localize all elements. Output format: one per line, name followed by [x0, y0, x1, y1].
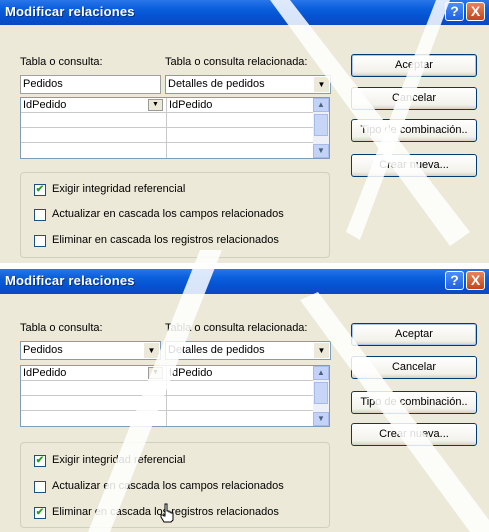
tipo-combinacion-button[interactable]: Tipo de combinación.. [351, 119, 477, 142]
title-bar[interactable]: Modificar relaciones ? X [0, 0, 489, 25]
cancelar-button[interactable]: Cancelar [351, 87, 477, 110]
chevron-down-icon[interactable]: ▼ [148, 99, 163, 111]
dialog-modificar-relaciones-1: Modificar relaciones ? X Tabla o consult… [0, 0, 489, 263]
checkbox-icon[interactable] [34, 481, 46, 493]
checkbox-label: Actualizar en cascada los campos relacio… [52, 480, 284, 492]
checkbox-icon[interactable]: ✔ [34, 507, 46, 519]
hand-cursor-icon [160, 503, 174, 523]
scroll-down-icon[interactable]: ▼ [313, 412, 329, 426]
dialog-title: Modificar relaciones [5, 273, 135, 288]
crear-nueva-button[interactable]: Crear nueva... [351, 154, 477, 177]
checkbox-label: Exigir integridad referencial [52, 454, 186, 466]
table-label: Tabla o consulta: [20, 322, 103, 334]
options-group: ✔ Exigir integridad referencial Actualiz… [20, 442, 330, 528]
related-table-select-value: Detalles de pedidos [168, 78, 265, 90]
close-button[interactable]: X [466, 2, 485, 21]
title-bar[interactable]: Modificar relaciones ? X [0, 269, 489, 294]
scroll-up-icon[interactable]: ▲ [313, 366, 329, 380]
tipo-combinacion-button[interactable]: Tipo de combinación.. [351, 391, 477, 414]
grid-field-1[interactable]: IdPedido [23, 99, 66, 111]
grid-row[interactable] [21, 113, 313, 128]
checkbox-label: Actualizar en cascada los campos relacio… [52, 208, 284, 220]
chevron-down-icon[interactable]: ▼ [148, 367, 163, 379]
grid-row[interactable]: IdPedido ▼ IdPedido [21, 98, 313, 113]
checkbox-icon[interactable] [34, 235, 46, 247]
options-group: ✔ Exigir integridad referencial Actualiz… [20, 172, 330, 258]
grid-field-1[interactable]: IdPedido [23, 367, 66, 379]
scroll-up-icon[interactable]: ▲ [313, 98, 329, 112]
related-table-select-value: Detalles de pedidos [168, 344, 265, 356]
dialog-title: Modificar relaciones [5, 4, 135, 19]
close-button[interactable]: X [466, 271, 485, 290]
aceptar-button[interactable]: Aceptar [351, 323, 477, 346]
grid-row[interactable] [21, 396, 313, 411]
scroll-thumb[interactable] [314, 114, 328, 136]
grid-scrollbar[interactable]: ▲ ▼ [313, 366, 329, 426]
grid-field-2[interactable]: IdPedido [169, 367, 212, 379]
fields-grid[interactable]: IdPedido ▼ IdPedido ▲ ▼ [20, 97, 330, 159]
table-select[interactable]: Pedidos [20, 75, 161, 94]
help-button[interactable]: ? [445, 2, 464, 21]
checkbox-label: Exigir integridad referencial [52, 183, 186, 195]
dialog-modificar-relaciones-2: Modificar relaciones ? X Tabla o consult… [0, 269, 489, 532]
aceptar-button[interactable]: Aceptar [351, 54, 477, 77]
checkbox-icon[interactable] [34, 209, 46, 221]
fields-grid[interactable]: IdPedido ▼ IdPedido ▲ ▼ [20, 365, 330, 427]
chevron-down-icon[interactable]: ▼ [144, 343, 159, 358]
grid-row[interactable] [21, 381, 313, 396]
grid-scrollbar[interactable]: ▲ ▼ [313, 98, 329, 158]
checkbox-label: Eliminar en cascada los registros relaci… [52, 234, 279, 246]
table-label: Tabla o consulta: [20, 56, 103, 68]
chevron-down-icon[interactable]: ▼ [314, 77, 329, 92]
chevron-down-icon[interactable]: ▼ [314, 343, 329, 358]
table-select-value: Pedidos [23, 344, 63, 356]
grid-row[interactable] [21, 128, 313, 143]
scroll-down-icon[interactable]: ▼ [313, 144, 329, 158]
help-button[interactable]: ? [445, 271, 464, 290]
grid-row[interactable]: IdPedido ▼ IdPedido [21, 366, 313, 381]
scroll-thumb[interactable] [314, 382, 328, 404]
crear-nueva-button[interactable]: Crear nueva... [351, 423, 477, 446]
related-table-select[interactable]: Detalles de pedidos ▼ [165, 75, 331, 94]
table-select[interactable]: Pedidos ▼ [20, 341, 161, 360]
checkbox-icon[interactable]: ✔ [34, 455, 46, 467]
table-select-value: Pedidos [23, 78, 63, 90]
related-table-label: Tabla o consulta relacionada: [165, 322, 308, 334]
grid-row[interactable] [21, 143, 313, 157]
related-table-select[interactable]: Detalles de pedidos ▼ [165, 341, 331, 360]
checkbox-icon[interactable]: ✔ [34, 184, 46, 196]
grid-field-2[interactable]: IdPedido [169, 99, 212, 111]
cancelar-button[interactable]: Cancelar [351, 356, 477, 379]
related-table-label: Tabla o consulta relacionada: [165, 56, 308, 68]
grid-row[interactable] [21, 411, 313, 425]
